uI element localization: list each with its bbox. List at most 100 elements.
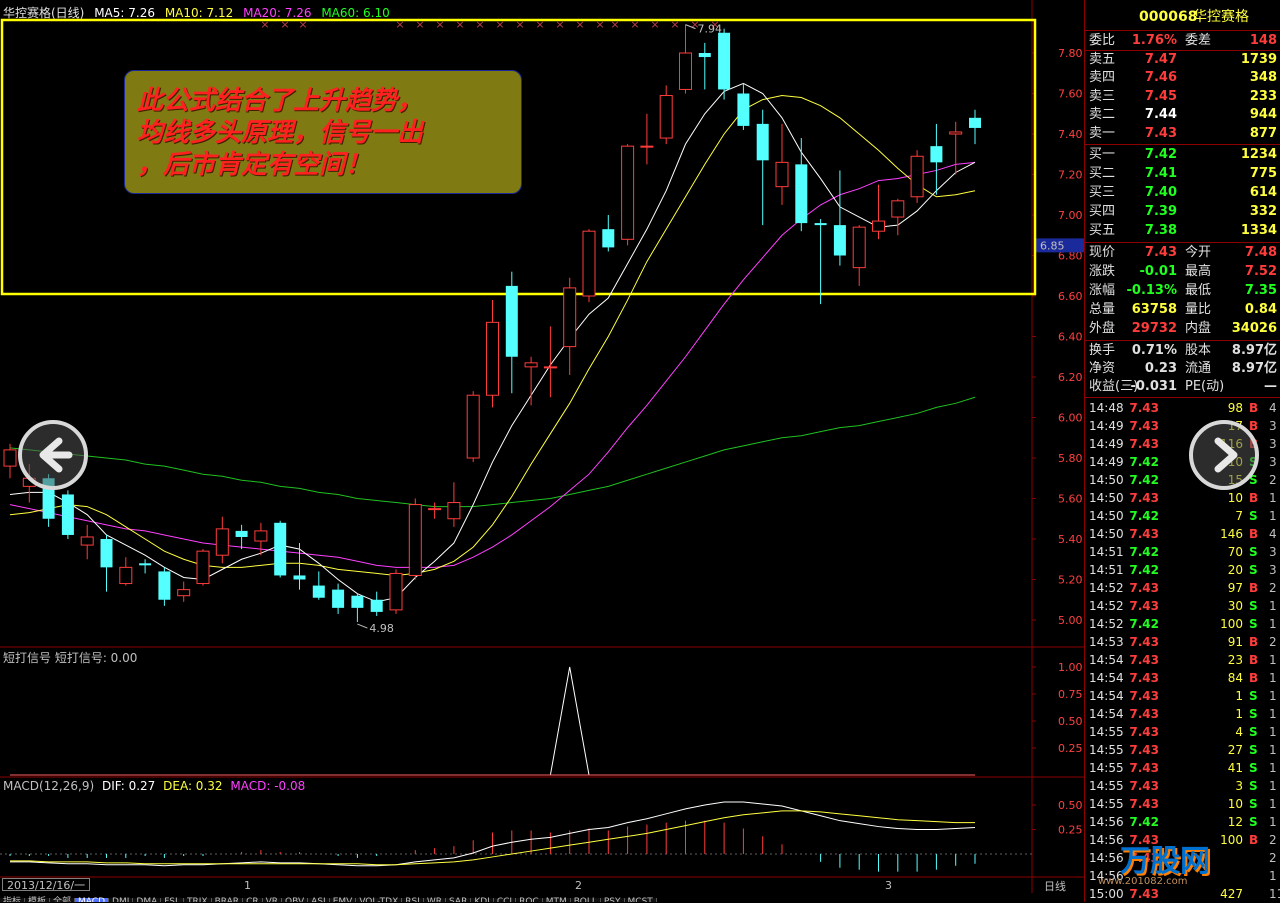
tick-price: 7.43 — [1129, 671, 1159, 685]
candle-body-up — [563, 287, 577, 348]
stat-label: 最低 — [1185, 283, 1212, 298]
stock-name: 华控赛格 — [1193, 9, 1249, 25]
tick-volume: 98 — [1227, 401, 1243, 415]
tab-rsi[interactable]: RSI — [402, 898, 424, 902]
price-tick-label: 6.00 — [1058, 412, 1083, 425]
tab-mcst[interactable]: MCST — [624, 898, 657, 902]
price-tick-label: 7.80 — [1058, 47, 1083, 60]
tab-全部[interactable]: 全部 — [50, 898, 76, 902]
tab-kdj[interactable]: KDJ — [471, 898, 494, 902]
tab-trix[interactable]: TRIX — [184, 898, 212, 902]
kline-chart-area[interactable]: 7.80 7.60 7.40 7.20 7.00 6.80 6.60 6.40 6.20 6.00… — [0, 0, 1084, 902]
tick-row: 14:50 7.42 7 S 1 — [1085, 507, 1280, 525]
bid-label: 买二 — [1089, 166, 1116, 181]
tick-count: 2 — [1269, 851, 1277, 865]
stat2-label: 净资 — [1089, 361, 1116, 376]
tick-side: S — [1249, 509, 1258, 523]
ask-price: 7.43 — [1144, 125, 1177, 141]
tab-brar[interactable]: BRAR — [211, 898, 244, 902]
stat2-label: 流通 — [1185, 361, 1212, 376]
prev-nav-button[interactable] — [18, 420, 88, 490]
top-marker: × — [435, 18, 444, 31]
stock-title: 000068 华控赛格 — [1085, 6, 1280, 28]
tab-fsl[interactable]: FSL — [161, 898, 184, 902]
tick-price: 7.43 — [1129, 761, 1159, 775]
signal-panel-label: 短打信号 短打信号: 0.00 — [3, 651, 138, 665]
tab-vol-tdx[interactable]: VOL-TDX — [356, 898, 403, 902]
x-tick-3: 3 — [885, 879, 892, 892]
tick-time: 14:51 — [1089, 545, 1124, 559]
tick-row: 14:51 7.42 20 S 3 — [1085, 561, 1280, 579]
next-nav-button[interactable] — [1189, 420, 1259, 490]
tick-volume: 41 — [1227, 761, 1243, 775]
stat-value: 29732 — [1131, 321, 1177, 336]
stat2-row: 换手 0.71% 股本 8.97亿 — [1085, 342, 1280, 360]
tick-volume: 100 — [1220, 833, 1243, 847]
price-tick-label: 7.00 — [1058, 209, 1083, 222]
divider — [1085, 144, 1280, 145]
candle-body-down — [969, 117, 981, 128]
ma10-label: MA10: 7.12 — [164, 6, 234, 20]
tick-side: S — [1249, 743, 1258, 757]
tab-asi[interactable]: ASI — [308, 898, 330, 902]
tick-count: 1 — [1269, 599, 1277, 613]
tick-volume: 27 — [1227, 743, 1243, 757]
tick-price: 7.43 — [1129, 401, 1159, 415]
macd-name: MACD(12,26,9) — [3, 779, 95, 793]
period-label[interactable]: 日线 — [1044, 878, 1066, 894]
tick-time: 14:55 — [1089, 779, 1124, 793]
tick-row: 14:54 7.43 84 B 1 — [1085, 669, 1280, 687]
candle-body-down — [737, 93, 750, 126]
tab-emv[interactable]: EMV — [329, 898, 357, 902]
stat-label: 外盘 — [1089, 321, 1116, 336]
signal-line — [10, 666, 975, 776]
tab-cci[interactable]: CCI — [493, 898, 517, 902]
tick-count: 1 — [1269, 617, 1277, 631]
tick-count: 3 — [1269, 437, 1277, 451]
ask-volume: 877 — [1249, 125, 1277, 141]
indicator-tab-bar[interactable]: 指标 模板 全部 MACD DMI DMA FSL TRIX BRAR CR VR OBV ASI EMV… — [0, 893, 1084, 902]
price-tick-label: 6.60 — [1058, 290, 1083, 303]
tab-dma[interactable]: DMA — [133, 898, 162, 902]
tick-count: 1 — [1269, 815, 1277, 829]
watermark-url: www.201082.com — [1098, 876, 1188, 887]
tick-price: 7.42 — [1129, 617, 1159, 631]
tab-obv[interactable]: OBV — [282, 898, 309, 902]
stat-value: -0.01 — [1139, 264, 1177, 279]
top-marker: × — [630, 18, 639, 31]
tick-time: 14:54 — [1089, 689, 1124, 703]
price-tick-label: 5.60 — [1058, 493, 1083, 506]
tick-price: 7.43 — [1129, 743, 1159, 757]
ask-price: 7.45 — [1144, 88, 1177, 104]
tab-wr[interactable]: WR — [423, 898, 447, 902]
tick-time: 14:50 — [1089, 491, 1124, 505]
tab-模板[interactable]: 模板 — [25, 898, 51, 902]
tick-time: 14:49 — [1089, 437, 1124, 451]
tab-vr[interactable]: VR — [262, 898, 283, 902]
top-marker: × — [475, 18, 484, 31]
tab-cr[interactable]: CR — [243, 898, 263, 902]
tab-psy[interactable]: PSY — [600, 898, 625, 902]
wei-bi-label: 委比 — [1089, 33, 1116, 48]
tick-row: 14:55 7.43 10 S 1 — [1085, 795, 1280, 813]
high-annotation: 7.94 — [698, 23, 723, 36]
candle-body-down — [756, 123, 769, 161]
tab-macd[interactable]: MACD — [75, 898, 110, 902]
tick-time: 14:55 — [1089, 761, 1124, 775]
tab-sar[interactable]: SAR — [446, 898, 472, 902]
tick-volume: 4 — [1235, 725, 1243, 739]
stat-row: 现价 7.43 今开 7.48 — [1085, 244, 1280, 262]
tick-volume: 12 — [1227, 815, 1243, 829]
stat-value: 7.48 — [1244, 245, 1277, 260]
tab-boll[interactable]: BOLL — [570, 898, 601, 902]
tab-mtm[interactable]: MTM — [542, 898, 571, 902]
candle-body-up — [408, 504, 422, 576]
tick-volume: 10 — [1227, 491, 1243, 505]
tab-dmi[interactable]: DMI — [109, 898, 134, 902]
tab-roc[interactable]: ROC — [516, 898, 543, 902]
tab-指标[interactable]: 指标 — [0, 898, 26, 902]
tick-price: 7.43 — [1129, 599, 1159, 613]
stat-row: 外盘 29732 内盘 34026 — [1085, 320, 1280, 338]
tick-price: 7.43 — [1129, 689, 1159, 703]
tick-row: 14:52 7.43 97 B 2 — [1085, 579, 1280, 597]
